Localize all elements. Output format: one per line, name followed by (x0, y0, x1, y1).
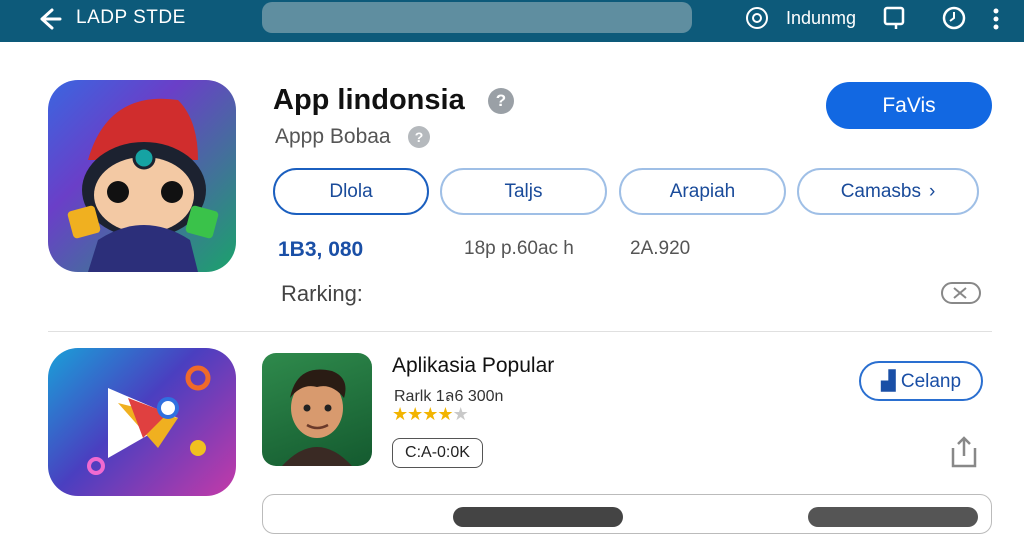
star-icon: ★ (407, 404, 423, 424)
chip-4-label: Camasbs (840, 181, 921, 202)
get-button-label: Celanp (900, 370, 962, 392)
get-button[interactable]: ▟ Celanp (859, 361, 983, 401)
stat-downloads: 1Β3, 080 (278, 238, 364, 261)
chip-3[interactable]: Arapiah (619, 168, 786, 215)
card-block (453, 507, 623, 527)
chip-2[interactable]: Taljs (440, 168, 607, 215)
search-bar[interactable] (262, 2, 692, 33)
play-app-icon[interactable] (48, 348, 236, 496)
app-icon[interactable] (48, 80, 236, 272)
chip-4[interactable]: Camasbs › (797, 168, 979, 215)
popular-app-title: Aplikasia Popular (392, 354, 555, 377)
star-icon: ★ (452, 404, 469, 424)
stat-size: 18p p.60ac h (464, 238, 574, 259)
app-title: App lindonsia (273, 84, 465, 116)
card-block (808, 507, 978, 527)
chip-1[interactable]: Dlola (273, 168, 429, 215)
developer-badge-icon: ? (408, 126, 430, 148)
back-arrow-icon[interactable] (36, 6, 62, 32)
developer-avatar[interactable] (262, 353, 372, 466)
store-name: LADP STDE (76, 7, 186, 28)
star-icon: ★ (422, 404, 438, 424)
ranking-label: Rarking: (281, 281, 363, 306)
chart-icon: ▟ (880, 370, 896, 392)
verified-badge-icon: ? (488, 88, 514, 114)
price-tag: C:A-0:0K (392, 438, 483, 468)
next-card[interactable] (262, 494, 992, 534)
top-app-bar: LADP STDE Indunmg (0, 0, 1024, 42)
star-icon: ★ (392, 404, 408, 424)
chevron-right-icon: › (928, 181, 936, 202)
app-developer[interactable]: Appp Bobaa (275, 125, 391, 149)
cast-icon[interactable] (882, 5, 908, 31)
more-vert-icon[interactable] (986, 5, 1006, 31)
camera-icon[interactable] (744, 5, 770, 31)
user-name[interactable]: Indunmg (786, 8, 856, 29)
video-icon[interactable] (940, 280, 982, 306)
fav-button[interactable]: FaVis (826, 82, 992, 129)
star-icon: ★ (437, 404, 453, 424)
stat-reviews: 2Α.920 (630, 238, 691, 259)
share-icon[interactable] (947, 434, 981, 470)
section-divider (48, 331, 992, 332)
clock-icon[interactable] (941, 5, 967, 31)
star-rating: ★★★★★ (392, 404, 469, 425)
